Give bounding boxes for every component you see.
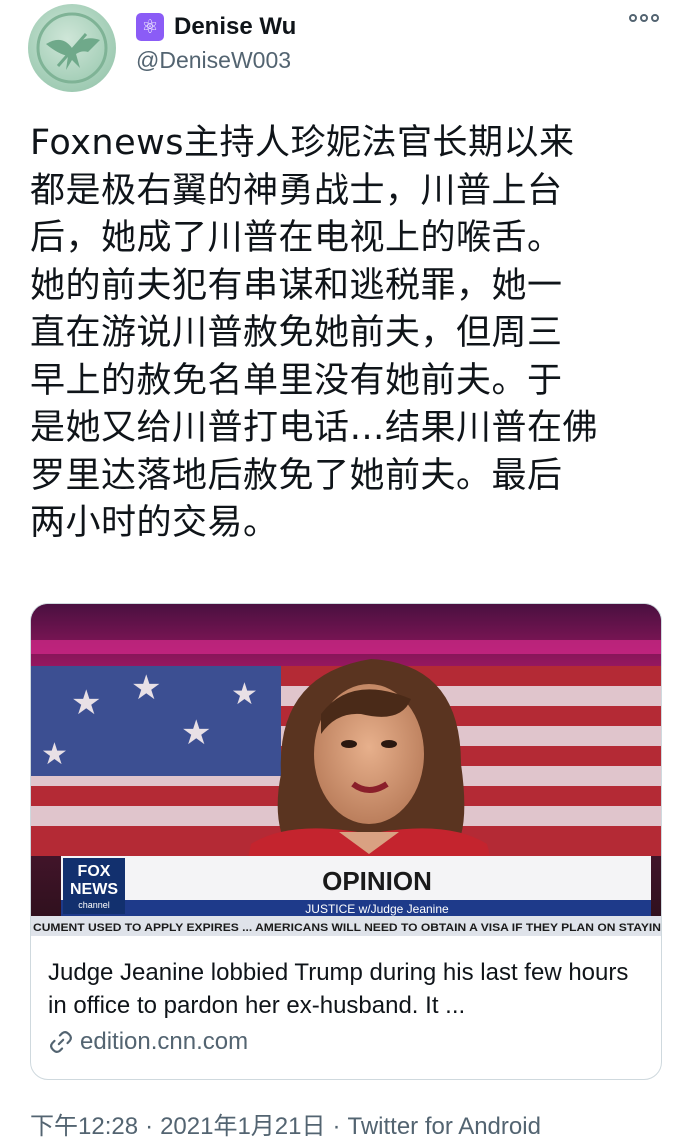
- display-name[interactable]: Denise Wu: [174, 13, 296, 41]
- avatar[interactable]: [28, 4, 116, 92]
- link-card[interactable]: ★ ★ ★ ★ ★ FOX NEWS channel OPINION JUSTI…: [30, 603, 662, 1080]
- card-body: Judge Jeanine lobbied Trump during his l…: [31, 936, 661, 1079]
- card-source: edition.cnn.com: [48, 1028, 248, 1056]
- svg-text:★: ★: [131, 668, 161, 708]
- user-handle[interactable]: @DeniseW003: [136, 47, 291, 74]
- banner-subtitle: JUSTICE w/Judge Jeanine: [305, 902, 449, 916]
- banner-title: OPINION: [322, 866, 432, 896]
- tweet-meta: 下午12:28 · 2021年1月21日 · Twitter for Android: [30, 1106, 541, 1141]
- meta-separator: ·: [332, 1113, 341, 1140]
- name-row: ⚛ Denise Wu: [136, 10, 296, 44]
- atom-icon: ⚛: [136, 13, 164, 41]
- news-ticker: CUMENT USED TO APPLY EXPIRES ... AMERICA…: [33, 922, 661, 934]
- fox-logo-line3: channel: [78, 900, 110, 910]
- fox-logo-line2: NEWS: [70, 881, 118, 898]
- tweet-time[interactable]: 下午12:28: [30, 1113, 138, 1140]
- fox-logo-line1: FOX: [78, 863, 111, 880]
- tweet-header: ⚛ Denise Wu @DeniseW003: [0, 0, 681, 100]
- tweet-text: Foxnews主持人珍妮法官长期以来 都是极右翼的神勇战士，川普上台 后，她成了…: [30, 123, 599, 543]
- svg-text:★: ★: [41, 737, 68, 772]
- svg-text:★: ★: [71, 683, 101, 723]
- link-icon: [50, 1031, 72, 1053]
- card-domain: edition.cnn.com: [80, 1028, 249, 1055]
- svg-text:★: ★: [181, 713, 211, 753]
- mockingjay-icon: [36, 12, 108, 84]
- tweet-source[interactable]: Twitter for Android: [348, 1113, 541, 1140]
- tweet-date[interactable]: 2021年1月21日: [160, 1113, 325, 1140]
- more-options-icon[interactable]: [629, 14, 659, 22]
- svg-text:★: ★: [231, 677, 258, 712]
- card-image: ★ ★ ★ ★ ★ FOX NEWS channel OPINION JUSTI…: [31, 604, 661, 936]
- card-title: Judge Jeanine lobbied Trump during his l…: [48, 959, 629, 1019]
- news-broadcast-image: ★ ★ ★ ★ ★ FOX NEWS channel OPINION JUSTI…: [31, 604, 661, 936]
- meta-separator: ·: [145, 1113, 154, 1140]
